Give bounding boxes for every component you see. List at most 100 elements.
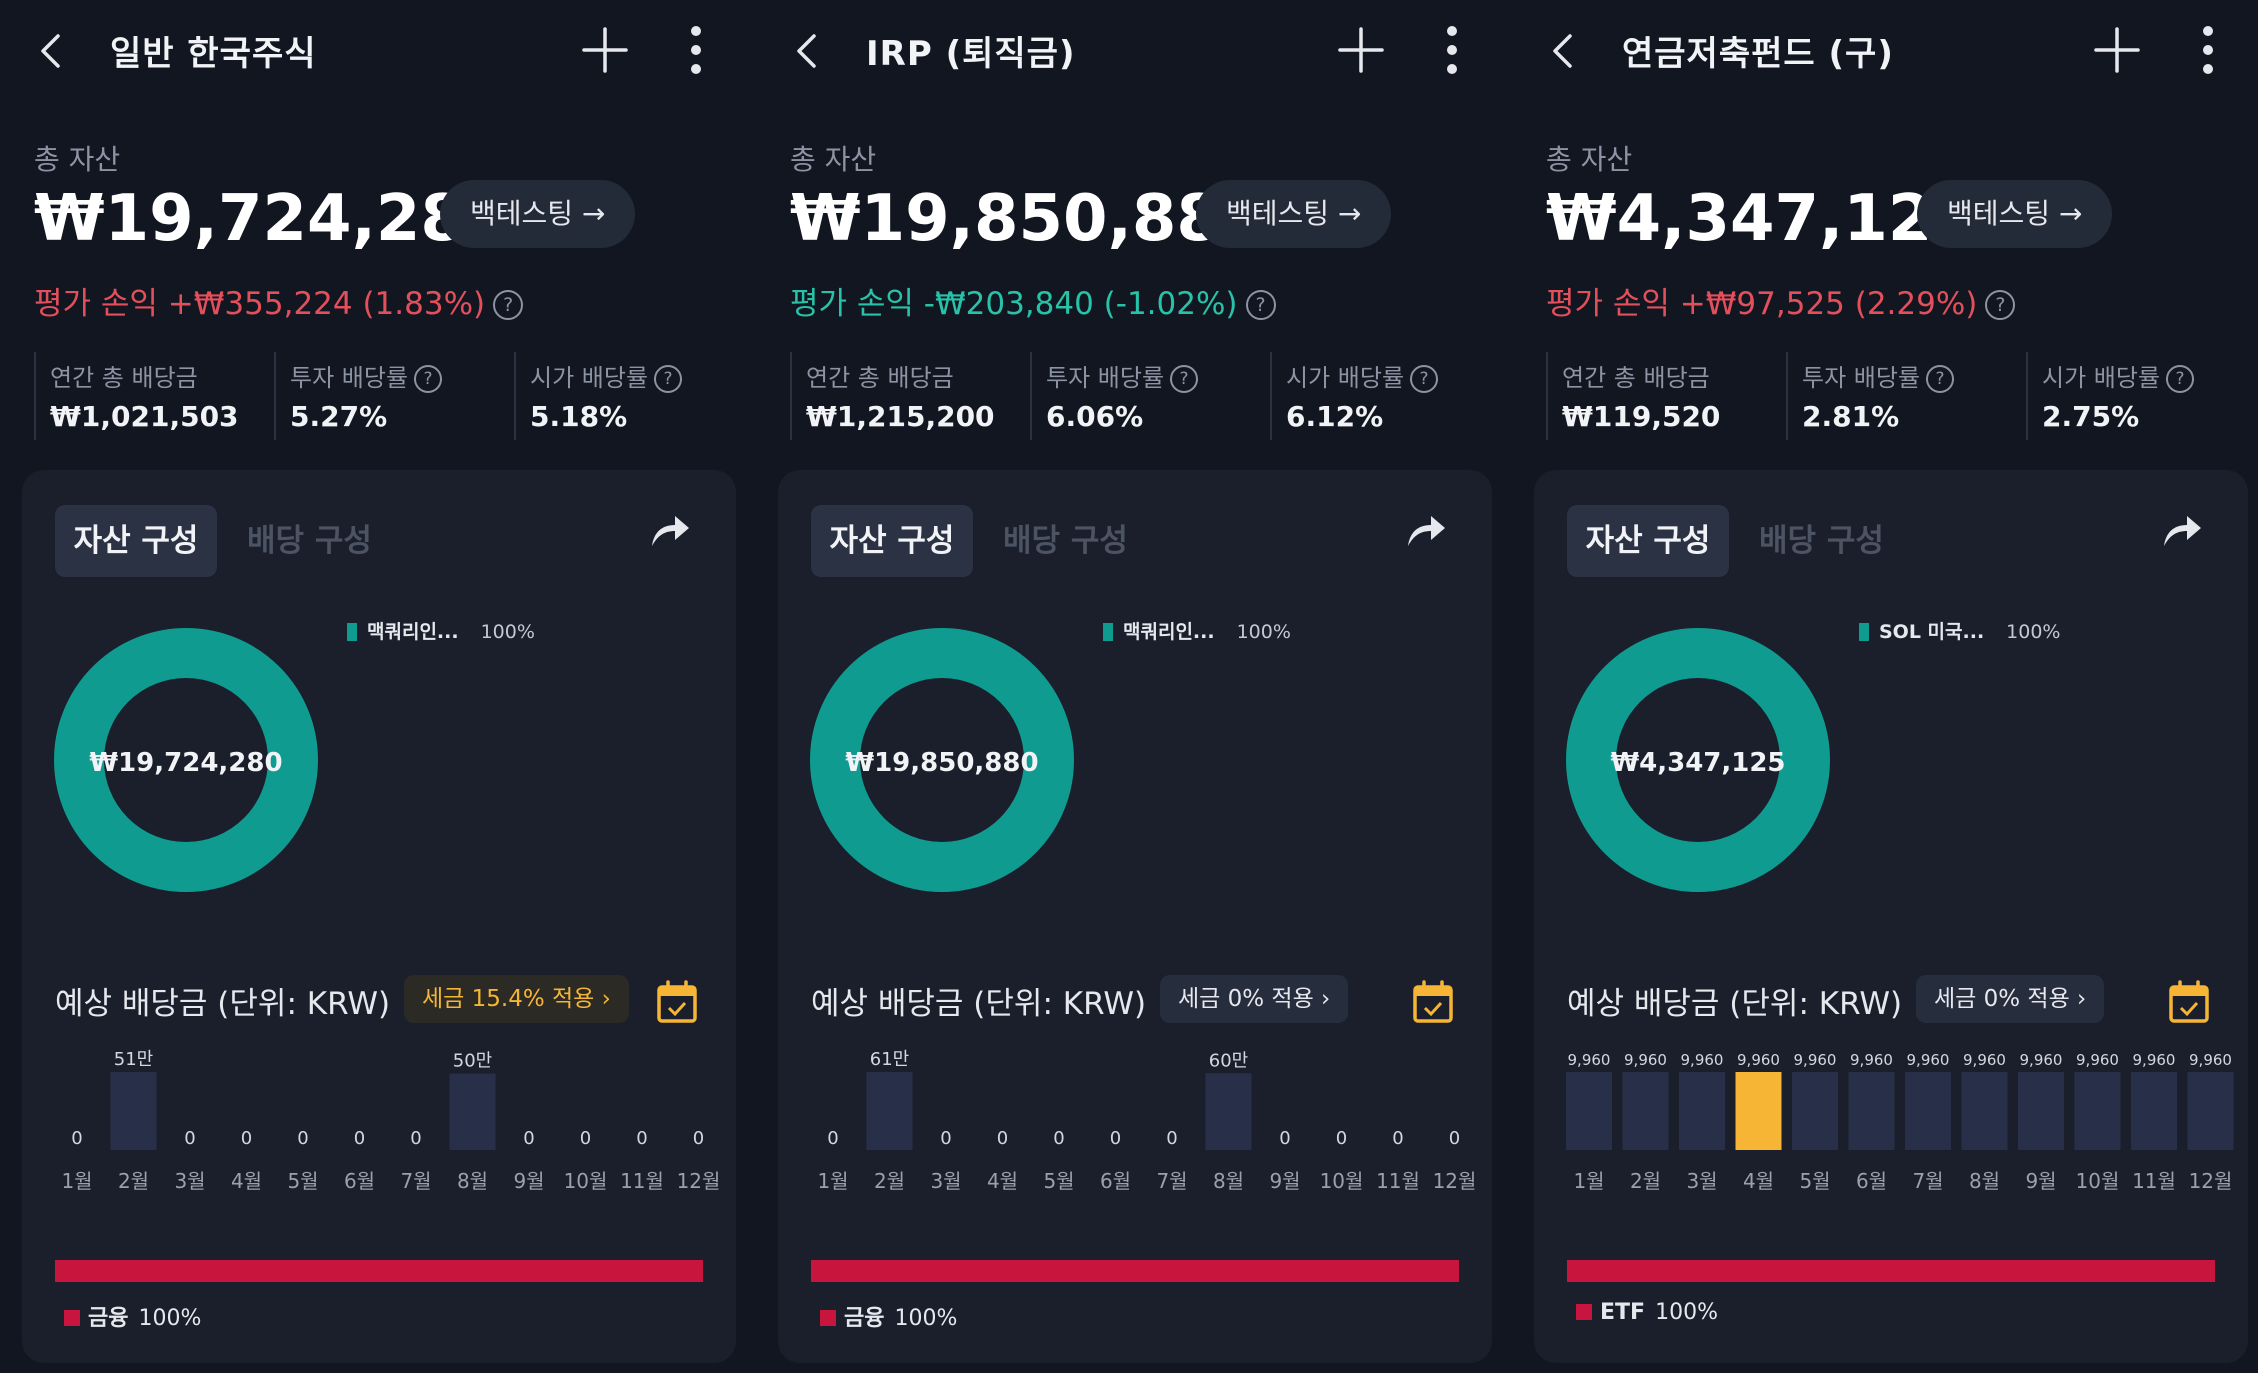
stat-label: 투자 배당률? — [290, 358, 443, 393]
tab-dividend-composition[interactable]: 배당 구성 — [247, 505, 372, 577]
tab-dividend-composition[interactable]: 배당 구성 — [1003, 505, 1128, 577]
help-icon[interactable]: ? — [2166, 365, 2195, 393]
bar-value-label: 0 — [827, 1128, 838, 1149]
month-tick-label: 1월 — [1573, 1169, 1604, 1193]
composition-card: 자산 구성 배당 구성 ₩19,724,280 맥쿼리인... 100% 예상 배… — [22, 470, 736, 1363]
bar-value-label: 0 — [184, 1128, 195, 1149]
share-icon[interactable] — [2160, 510, 2204, 550]
help-icon[interactable]: ? — [1170, 365, 1199, 393]
help-icon[interactable]: ? — [1926, 365, 1955, 393]
tab-dividend-composition[interactable]: 배당 구성 — [1759, 505, 1884, 577]
dividend-bar[interactable] — [1735, 1072, 1782, 1150]
month-tick-label: 10월 — [1320, 1169, 1364, 1193]
month-tick-label: 8월 — [1969, 1169, 2000, 1193]
share-icon[interactable] — [1404, 510, 1448, 550]
calendar-icon[interactable] — [2168, 980, 2210, 1024]
total-assets-value: ₩4,347,125 — [1546, 182, 1977, 256]
legend-percent: 100% — [1236, 621, 1291, 643]
help-icon[interactable]: ? — [1245, 290, 1276, 320]
bar-value-label: 9,960 — [2020, 1051, 2063, 1069]
dividend-bar[interactable] — [1961, 1072, 2008, 1150]
donut-legend: SOL 미국... 100% — [1859, 617, 2061, 644]
total-assets-label: 총 자산 — [790, 143, 877, 176]
month-tick-label: 8월 — [457, 1169, 488, 1193]
bar-value-label: 0 — [997, 1128, 1008, 1149]
monthly-dividend-chart: 0 1월 51만 2월 0 3월 0 4월 0 5월 0 6월 0 7월 50만 8월 0 9월 0 10월 0 11월 0… — [44, 1040, 724, 1210]
back-arrow-icon[interactable] — [1550, 33, 1576, 69]
more-options-icon[interactable] — [2195, 24, 2221, 76]
sector-percent: 100% — [894, 1306, 958, 1331]
dividend-bar[interactable] — [1566, 1072, 1612, 1150]
help-icon[interactable]: ? — [1410, 365, 1439, 393]
add-icon[interactable] — [582, 27, 628, 73]
legend-percent: 100% — [480, 621, 535, 643]
tax-setting-chip[interactable]: 세금 0% 적용 › — [1160, 975, 1349, 1023]
backtesting-button[interactable]: 백테스팅 → — [1917, 180, 2113, 248]
sector-name: 금융 — [844, 1306, 885, 1331]
dividend-bar[interactable] — [2018, 1072, 2064, 1150]
tab-asset-composition[interactable]: 자산 구성 — [1567, 505, 1729, 577]
calendar-icon[interactable] — [1412, 980, 1454, 1024]
dividend-bar[interactable] — [2187, 1072, 2234, 1150]
sector-distribution-bar — [55, 1260, 703, 1282]
stat-label: 투자 배당률? — [1802, 358, 1955, 393]
stat-label: 시가 배당률? — [1286, 358, 1439, 393]
dividend-bar[interactable] — [1905, 1072, 1951, 1150]
add-icon[interactable] — [1338, 27, 1384, 73]
dividend-bar[interactable] — [1679, 1072, 1725, 1150]
bar-value-label: 9,960 — [1737, 1051, 1780, 1069]
bar-chart-svg: 9,960 1월 9,960 2월 9,960 3월 9,960 4월 9,960 5월 9,960… — [1566, 1051, 2234, 1193]
backtesting-button[interactable]: 백테스팅 → — [440, 180, 636, 248]
stat-annual-dividend: 연간 총 배당금 ₩1,215,200 — [790, 352, 1030, 440]
add-icon[interactable] — [2094, 27, 2140, 73]
total-assets-label: 총 자산 — [1546, 143, 1633, 176]
tab-asset-composition[interactable]: 자산 구성 — [55, 505, 217, 577]
back-arrow-icon[interactable] — [38, 33, 64, 69]
dividend-bar[interactable] — [2074, 1072, 2121, 1150]
month-tick-label: 9월 — [2025, 1169, 2056, 1193]
bar-value-label: 0 — [940, 1128, 951, 1149]
donut-legend: 맥쿼리인... 100% — [347, 617, 535, 644]
dividend-bar[interactable] — [1848, 1072, 1895, 1150]
stat-label: 투자 배당률? — [1046, 358, 1199, 393]
dividend-bar[interactable] — [1622, 1072, 1669, 1150]
bar-value-label: 0 — [523, 1128, 534, 1149]
help-icon[interactable]: ? — [414, 365, 443, 393]
back-arrow-icon[interactable] — [794, 33, 820, 69]
help-icon[interactable]: ? — [493, 290, 524, 320]
month-tick-label: 9월 — [1269, 1169, 1300, 1193]
month-tick-label: 6월 — [1856, 1169, 1887, 1193]
dividend-stats: 연간 총 배당금 ₩1,021,503 투자 배당률? 5.27% 시가 배당률? 5… — [34, 352, 734, 440]
bar-value-label: 0 — [354, 1128, 365, 1149]
tab-asset-composition[interactable]: 자산 구성 — [811, 505, 973, 577]
tax-setting-chip[interactable]: 세금 15.4% 적용 › — [404, 975, 629, 1023]
asset-donut-chart: ₩19,724,280 — [54, 628, 318, 892]
bar-value-label: 9,960 — [1681, 1051, 1724, 1069]
stat-annual-dividend: 연간 총 배당금 ₩119,520 — [1546, 352, 1786, 440]
dividend-bar[interactable] — [866, 1072, 913, 1150]
month-tick-label: 2월 — [1630, 1169, 1661, 1193]
share-icon[interactable] — [648, 510, 692, 550]
dividend-bar[interactable] — [1205, 1073, 1252, 1150]
dividend-bar[interactable] — [2131, 1072, 2177, 1150]
dividend-bar[interactable] — [110, 1072, 157, 1150]
calendar-icon[interactable] — [656, 980, 698, 1024]
help-icon[interactable]: ? — [1985, 290, 2016, 320]
stat-value: ₩1,021,503 — [50, 400, 239, 433]
more-options-icon[interactable] — [683, 24, 709, 76]
bar-value-label: 0 — [241, 1128, 252, 1149]
help-icon[interactable]: ? — [654, 365, 683, 393]
month-tick-label: 11월 — [1376, 1169, 1420, 1193]
backtesting-button[interactable]: 백테스팅 → — [1196, 180, 1392, 248]
bar-value-label: 60만 — [1209, 1050, 1248, 1071]
bar-value-label: 0 — [1279, 1128, 1290, 1149]
tax-setting-chip[interactable]: 세금 0% 적용 › — [1916, 975, 2105, 1023]
bar-value-label: 51만 — [114, 1049, 153, 1070]
legend-name: SOL 미국... — [1879, 621, 1985, 643]
month-tick-label: 6월 — [344, 1169, 375, 1193]
dividend-bar[interactable] — [1792, 1072, 1838, 1150]
month-tick-label: 6월 — [1100, 1169, 1131, 1193]
dividend-bar[interactable] — [449, 1073, 496, 1150]
more-options-icon[interactable] — [1439, 24, 1465, 76]
bar-value-label: 0 — [1053, 1128, 1064, 1149]
